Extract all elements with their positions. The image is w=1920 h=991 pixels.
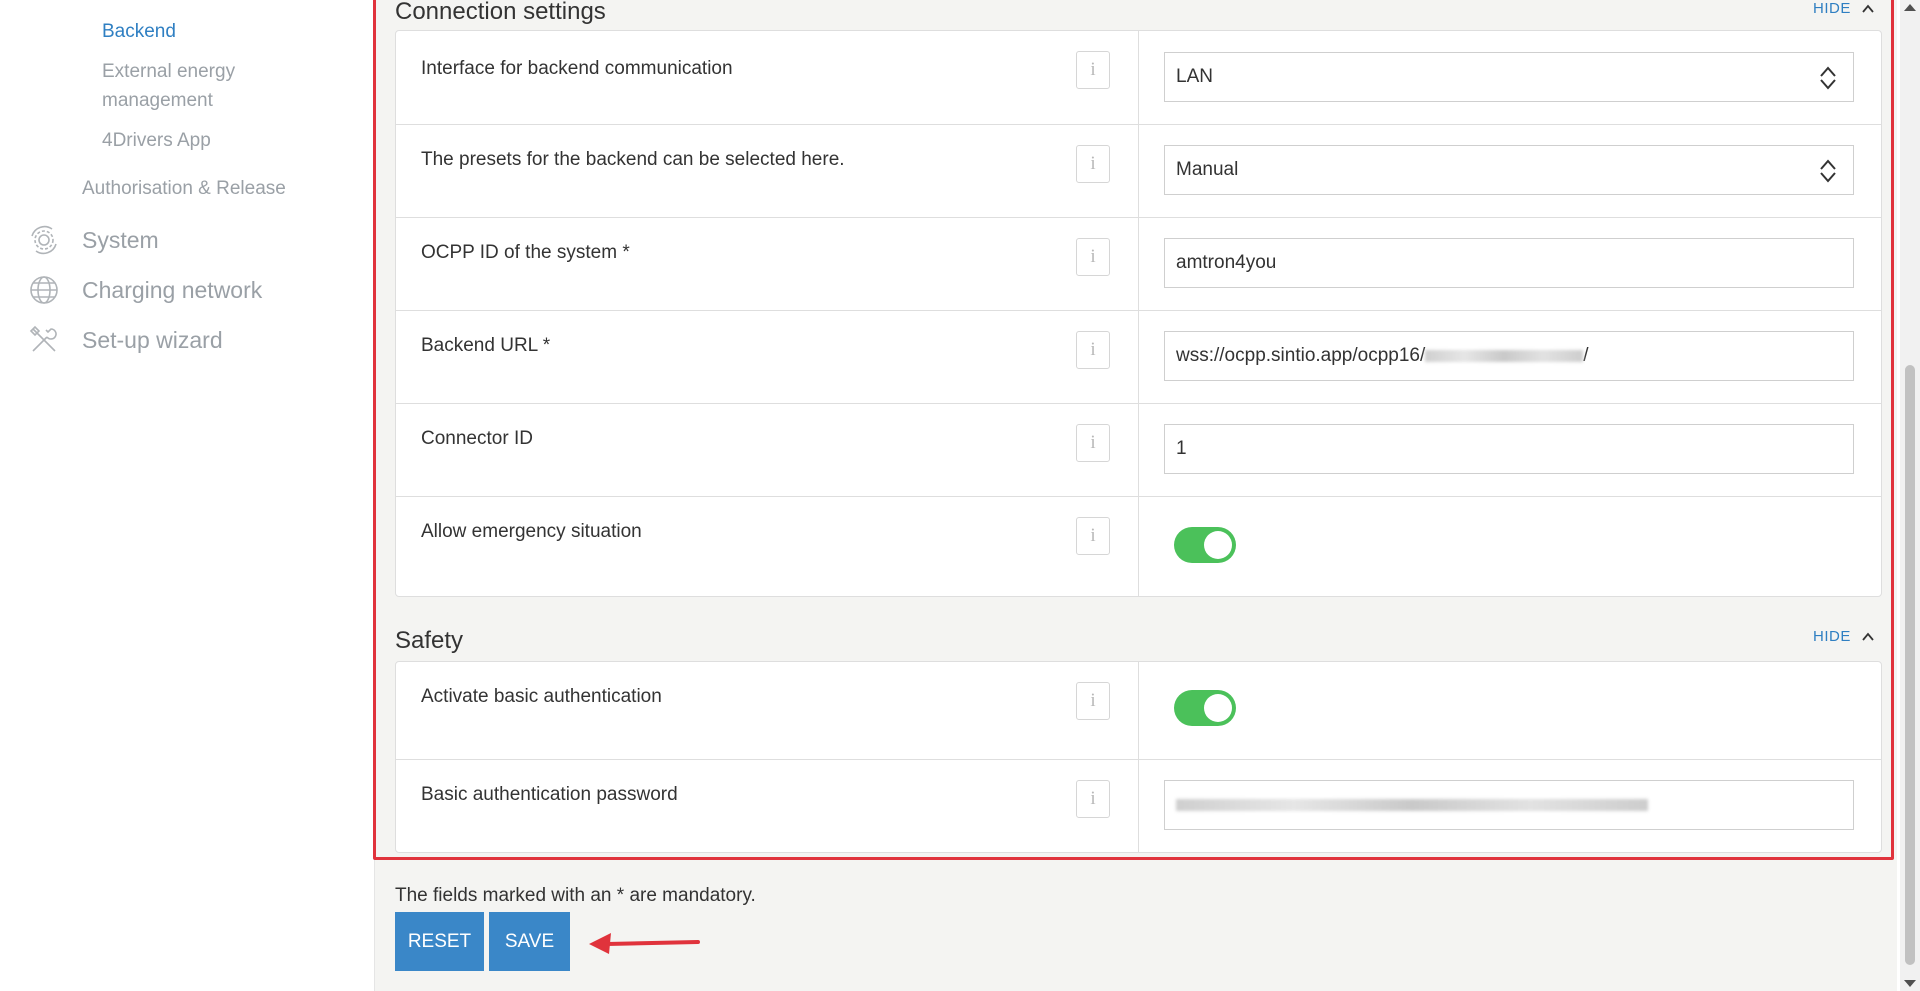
sidebar-item-label: System xyxy=(82,226,159,253)
scrollbar-thumb[interactable] xyxy=(1905,365,1915,965)
annotation-arrow-icon xyxy=(589,933,700,954)
save-button[interactable]: SAVE xyxy=(489,912,570,971)
sidebar-item-external-energy-line2[interactable]: management xyxy=(102,86,213,115)
sidebar-item-charging-network[interactable]: Charging network xyxy=(28,275,262,305)
sidebar-item-setup-wizard[interactable]: Set-up wizard xyxy=(28,325,223,355)
sidebar-item-authorisation[interactable]: Authorisation & Release xyxy=(82,178,286,200)
sidebar-item-system[interactable]: System xyxy=(28,225,159,255)
reset-button[interactable]: RESET xyxy=(395,912,484,971)
sidebar-item-label: Charging network xyxy=(82,276,263,303)
scroll-up-icon[interactable] xyxy=(1903,2,1917,12)
gear-arrows-icon xyxy=(28,224,60,256)
tools-icon xyxy=(28,324,60,356)
sidebar-item-backend[interactable]: Backend xyxy=(102,17,176,46)
sidebar-item-4drivers-app[interactable]: 4Drivers App xyxy=(102,126,211,155)
sidebar: Backend External energy management 4Driv… xyxy=(0,0,375,991)
globe-icon xyxy=(28,274,60,306)
sidebar-item-external-energy-line1[interactable]: External energy xyxy=(102,57,235,86)
scroll-down-icon[interactable] xyxy=(1903,979,1917,989)
sidebar-item-label: Set-up wizard xyxy=(82,326,223,353)
highlight-frame xyxy=(373,0,1894,860)
mandatory-note: The fields marked with an * are mandator… xyxy=(395,885,756,906)
